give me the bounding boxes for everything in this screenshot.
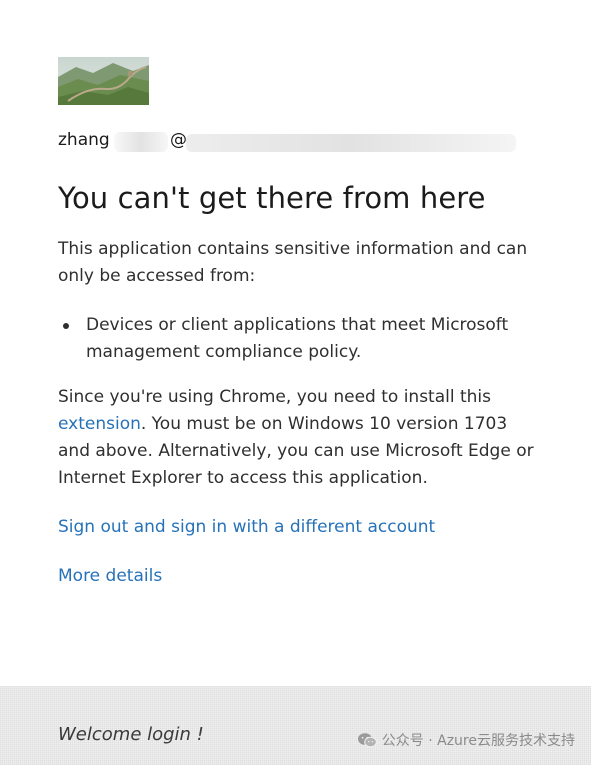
page-title: You can't get there from here (58, 181, 486, 215)
watermark-text: 公众号 · Azure云服务技术支持 (381, 733, 575, 749)
watermark: 公众号 · Azure云服务技术支持 (357, 730, 575, 750)
main-content: zhang @ You can't get there from here Th… (58, 57, 538, 590)
extension-link[interactable]: extension (58, 414, 141, 434)
banner-logo-image (58, 57, 149, 105)
footer-text: Welcome login ! (58, 724, 204, 745)
account-email: zhang @ (58, 130, 538, 156)
page: zhang @ You can't get there from here Th… (0, 0, 591, 765)
account-user-prefix: zhang (58, 130, 110, 150)
list-item: Devices or client applications that meet… (58, 312, 538, 366)
bullet-icon (63, 323, 69, 329)
sign-out-link[interactable]: Sign out and sign in with a different ac… (58, 514, 538, 541)
footer: Welcome login ! 公众号 · Azure云服务技术支持 (0, 686, 591, 765)
chrome-notice-text-before: Since you're using Chrome, you need to i… (58, 387, 492, 407)
intro-text: This application contains sensitive info… (58, 239, 528, 286)
redacted-username (114, 132, 168, 152)
more-details-link[interactable]: More details (58, 563, 538, 590)
list-item-text: Devices or client applications that meet… (86, 315, 509, 362)
chrome-notice: Since you're using Chrome, you need to i… (58, 384, 538, 492)
redacted-domain (186, 134, 516, 152)
account-at-symbol: @ (170, 130, 187, 150)
requirements-list: Devices or client applications that meet… (58, 312, 538, 366)
wechat-icon (357, 733, 377, 748)
